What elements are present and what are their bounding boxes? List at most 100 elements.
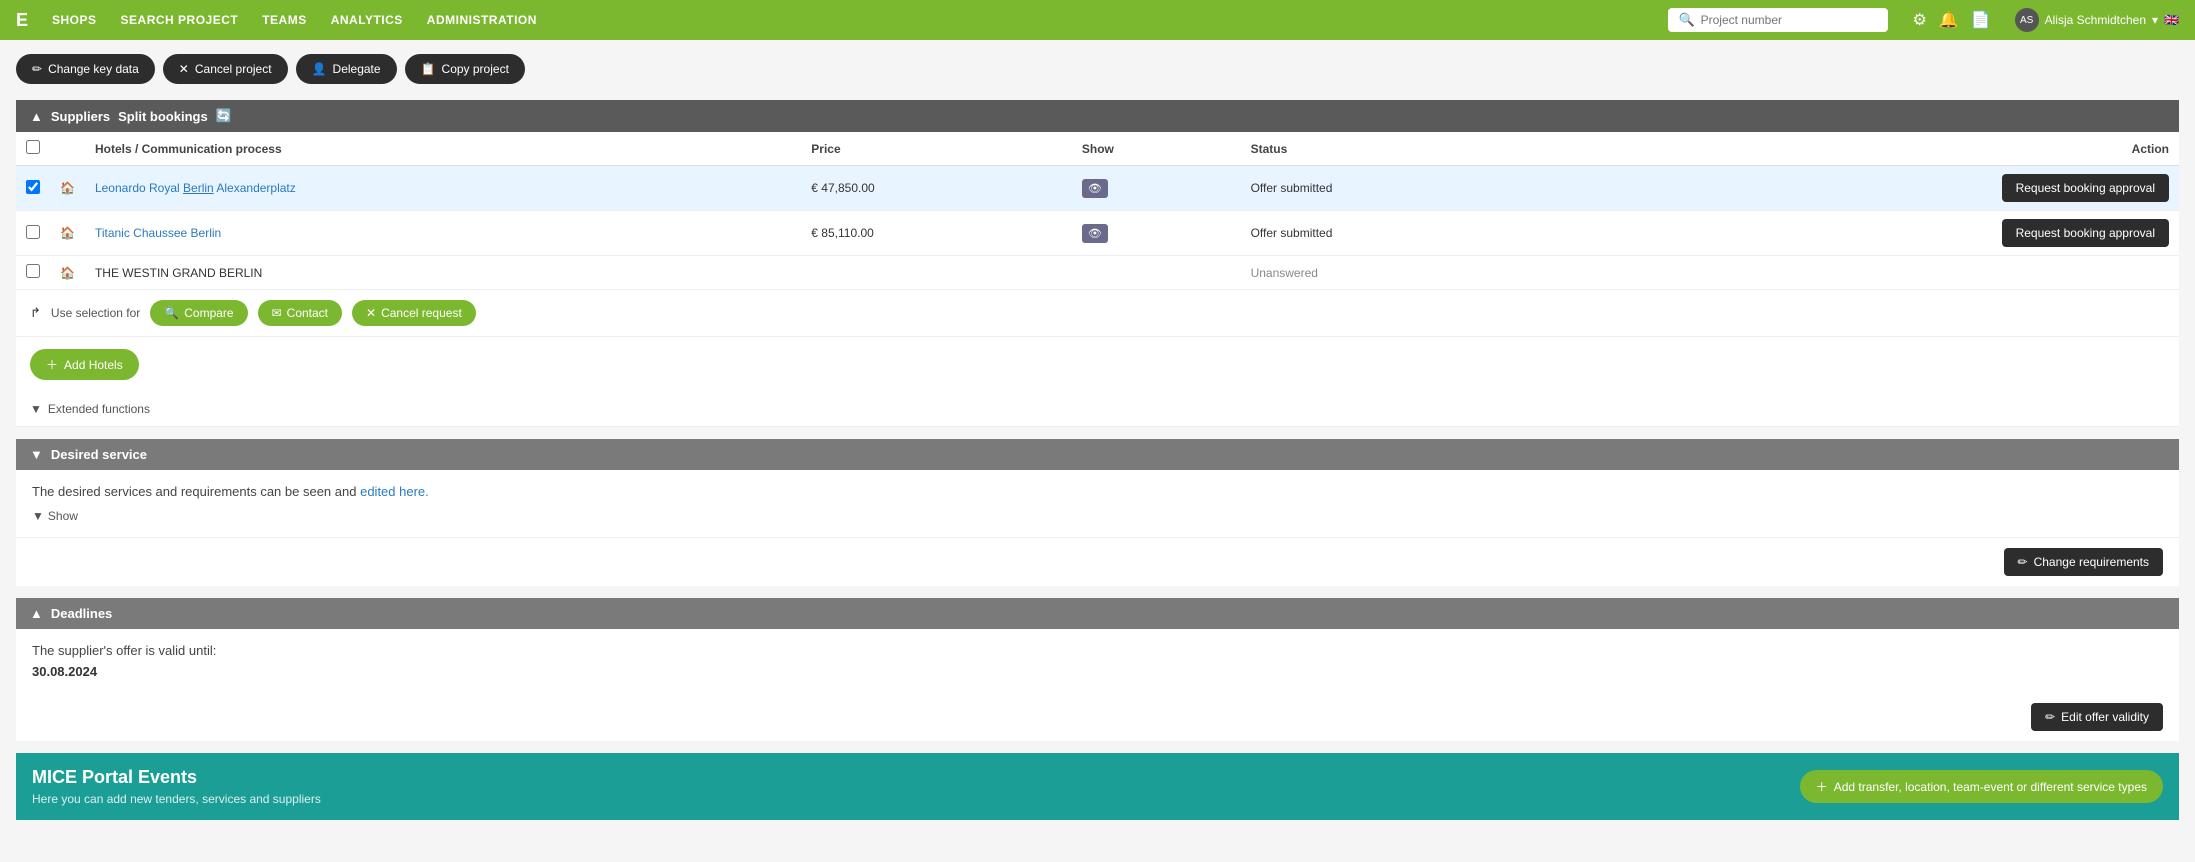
add-hotels-button[interactable]: ＋ Add Hotels	[30, 349, 139, 380]
contact-icon: ✉	[272, 306, 282, 320]
edit-req-icon: ✏	[2018, 555, 2028, 569]
navigation: E SHOPS SEARCH PROJECT TEAMS ANALYTICS A…	[0, 0, 2195, 40]
nav-teams[interactable]: TEAMS	[262, 13, 307, 27]
col-price: Price	[801, 132, 1072, 166]
nav-search-project[interactable]: SEARCH PROJECT	[121, 13, 239, 27]
hotel-icon-1: 🏠	[60, 181, 75, 195]
chevron-show-icon: ▼	[32, 509, 44, 523]
edit-offer-validity-button[interactable]: ✏ Edit offer validity	[2031, 703, 2163, 731]
desired-service-title: Desired service	[51, 447, 147, 462]
user-dropdown-icon: ▾	[2152, 13, 2158, 27]
price-1: € 47,850.00	[801, 166, 1072, 211]
col-hotel: Hotels / Communication process	[85, 132, 801, 166]
add-transfer-button[interactable]: ＋ Add transfer, location, team-event or …	[1800, 770, 2163, 803]
col-action: Action	[1571, 132, 2179, 166]
collapse-deadlines-icon: ▲	[30, 606, 43, 621]
col-status: Status	[1241, 132, 1571, 166]
avatar: AS	[2015, 8, 2039, 32]
add-icon: ＋	[46, 356, 58, 373]
deadlines-title: Deadlines	[51, 606, 112, 621]
show-button-2[interactable]: 👁	[1082, 224, 1108, 243]
compare-icon: 🔍	[164, 306, 179, 320]
suppliers-section: ▲ Suppliers Split bookings 🔄 Hotels / Co…	[16, 100, 2179, 427]
flag-icon: 🇬🇧	[2164, 13, 2179, 27]
request-booking-approval-button-2[interactable]: Request booking approval	[2002, 219, 2169, 247]
price-2: € 85,110.00	[801, 211, 1072, 256]
search-bar[interactable]: 🔍	[1668, 8, 1888, 32]
deadlines-header[interactable]: ▲ Deadlines	[16, 598, 2179, 629]
search-input[interactable]	[1701, 13, 1879, 27]
nav-analytics[interactable]: ANALYTICS	[331, 13, 403, 27]
desired-service-section: ▼ Desired service The desired services a…	[16, 439, 2179, 586]
request-booking-approval-button-1[interactable]: Request booking approval	[2002, 174, 2169, 202]
mice-portal-subtitle: Here you can add new tenders, services a…	[32, 792, 321, 806]
cancel-request-icon: ✕	[366, 306, 376, 320]
main-content: ✏ Change key data ✕ Cancel project 👤 Del…	[0, 40, 2195, 834]
nav-administration[interactable]: ADMINISTRATION	[427, 13, 537, 27]
extended-functions-toggle[interactable]: ▼ Extended functions	[16, 392, 2179, 427]
desired-service-text: The desired services and requirements ca…	[32, 484, 2163, 499]
suppliers-section-header[interactable]: ▲ Suppliers Split bookings 🔄	[16, 100, 2179, 132]
change-requirements-button[interactable]: ✏ Change requirements	[2004, 548, 2163, 576]
selection-row: ↱ Use selection for 🔍 Compare ✉ Contact …	[16, 290, 2179, 337]
chevron-down-icon: ▼	[30, 402, 42, 416]
hotel-name-1[interactable]: Leonardo Royal Berlin Alexanderplatz	[95, 181, 296, 195]
split-bookings-label: Split bookings	[118, 109, 208, 124]
search-icon: 🔍	[1678, 12, 1694, 28]
cancel-request-button[interactable]: ✕ Cancel request	[352, 300, 476, 326]
person-icon: 👤	[312, 62, 327, 76]
hotel-icon-3: 🏠	[60, 266, 75, 280]
price-3	[801, 256, 1072, 290]
copy-icon: 📋	[421, 62, 436, 76]
nav-icon-group: ⚙ 🔔 📄	[1912, 10, 1990, 30]
status-2: Offer submitted	[1241, 211, 1571, 256]
selection-arrow-icon: ↱	[30, 305, 41, 321]
notifications-icon[interactable]: 🔔	[1939, 10, 1959, 30]
add-transfer-icon: ＋	[1816, 778, 1828, 795]
edit-offer-icon: ✏	[2045, 710, 2055, 724]
user-name: Alisja Schmidtchen	[2045, 13, 2146, 27]
row3-checkbox[interactable]	[26, 264, 40, 278]
deadlines-body: The supplier's offer is valid until: 30.…	[16, 629, 2179, 693]
offer-valid-text: The supplier's offer is valid until:	[32, 643, 2163, 658]
hotel-name-2[interactable]: Titanic Chaussee Berlin	[95, 226, 221, 240]
user-menu[interactable]: AS Alisja Schmidtchen ▾ 🇬🇧	[2015, 8, 2179, 32]
collapse-desired-icon: ▼	[30, 447, 43, 462]
add-hotels-row: ＋ Add Hotels	[16, 337, 2179, 392]
table-row: 🏠 THE WESTIN GRAND BERLIN Unanswered	[16, 256, 2179, 290]
status-1: Offer submitted	[1241, 166, 1571, 211]
documents-icon[interactable]: 📄	[1971, 10, 1991, 30]
row2-checkbox[interactable]	[26, 225, 40, 239]
select-all-checkbox[interactable]	[26, 140, 40, 154]
copy-project-button[interactable]: 📋 Copy project	[405, 54, 525, 84]
offer-date: 30.08.2024	[32, 664, 2163, 679]
desired-service-body: The desired services and requirements ca…	[16, 470, 2179, 537]
cancel-project-button[interactable]: ✕ Cancel project	[163, 54, 288, 84]
mice-portal-section: MICE Portal Events Here you can add new …	[16, 753, 2179, 820]
brand-logo: E	[16, 10, 28, 31]
show-toggle[interactable]: ▼ Show	[32, 509, 2163, 523]
mice-portal-title: MICE Portal Events	[32, 767, 321, 788]
split-bookings-icon: 🔄	[216, 108, 232, 124]
contact-button[interactable]: ✉ Contact	[258, 300, 342, 326]
compare-button[interactable]: 🔍 Compare	[150, 300, 247, 326]
hotel-name-3: THE WESTIN GRAND BERLIN	[85, 256, 801, 290]
show-button-1[interactable]: 👁	[1082, 179, 1108, 198]
suppliers-title: Suppliers	[51, 109, 110, 124]
nav-shops[interactable]: SHOPS	[52, 13, 97, 27]
hotel-icon-2: 🏠	[60, 226, 75, 240]
edit-offer-row: ✏ Edit offer validity	[16, 693, 2179, 741]
edit-here-link[interactable]: edited here.	[360, 484, 429, 499]
col-show: Show	[1072, 132, 1241, 166]
table-row: 🏠 Leonardo Royal Berlin Alexanderplatz €…	[16, 166, 2179, 211]
selection-label: Use selection for	[51, 306, 140, 320]
table-row: 🏠 Titanic Chaussee Berlin € 85,110.00 👁 …	[16, 211, 2179, 256]
mice-portal-info: MICE Portal Events Here you can add new …	[32, 767, 321, 806]
desired-service-header[interactable]: ▼ Desired service	[16, 439, 2179, 470]
row1-checkbox[interactable]	[26, 180, 40, 194]
deadlines-section: ▲ Deadlines The supplier's offer is vali…	[16, 598, 2179, 741]
status-3: Unanswered	[1241, 256, 1571, 290]
change-key-data-button[interactable]: ✏ Change key data	[16, 54, 155, 84]
settings-icon[interactable]: ⚙	[1912, 10, 1926, 30]
delegate-button[interactable]: 👤 Delegate	[296, 54, 397, 84]
